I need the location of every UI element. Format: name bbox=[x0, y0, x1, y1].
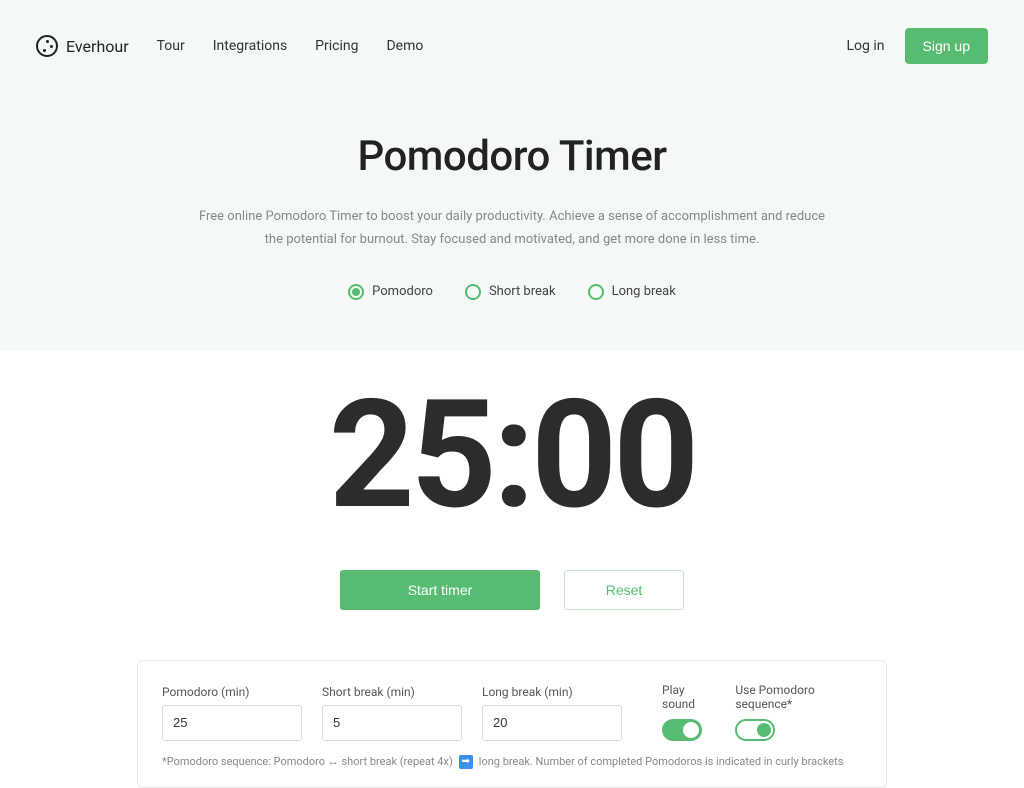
pomodoro-duration-label: Pomodoro (min) bbox=[162, 685, 302, 699]
pomodoro-duration-input[interactable] bbox=[162, 705, 302, 741]
settings-panel: Pomodoro (min) Short break (min) Long br… bbox=[137, 660, 887, 788]
radio-icon bbox=[348, 284, 364, 300]
play-sound-toggle[interactable] bbox=[662, 719, 702, 741]
use-sequence-toggle[interactable] bbox=[735, 719, 775, 741]
mode-pomodoro[interactable]: Pomodoro bbox=[348, 284, 433, 300]
nav-pricing[interactable]: Pricing bbox=[315, 38, 358, 54]
brand-logo[interactable]: Everhour bbox=[36, 35, 129, 57]
nav-integrations[interactable]: Integrations bbox=[213, 38, 287, 54]
reset-button[interactable]: Reset bbox=[564, 570, 684, 610]
signup-button[interactable]: Sign up bbox=[905, 28, 988, 64]
radio-icon bbox=[588, 284, 604, 300]
use-sequence-label: Use Pomodoro sequence* bbox=[735, 683, 862, 711]
mode-label: Pomodoro bbox=[372, 284, 433, 299]
arrow-right-icon: ➡ bbox=[459, 755, 473, 769]
login-link[interactable]: Log in bbox=[847, 38, 885, 54]
sequence-footnote: *Pomodoro sequence: Pomodoro ↔ short bre… bbox=[162, 755, 862, 769]
play-sound-label: Play sound bbox=[662, 683, 715, 711]
mode-label: Short break bbox=[489, 284, 556, 299]
nav-demo[interactable]: Demo bbox=[386, 38, 423, 54]
timer-display: 25:00 bbox=[0, 380, 1024, 530]
short-break-duration-input[interactable] bbox=[322, 705, 462, 741]
short-break-duration-label: Short break (min) bbox=[322, 685, 462, 699]
brand-name: Everhour bbox=[66, 37, 129, 56]
long-break-duration-input[interactable] bbox=[482, 705, 622, 741]
everhour-icon bbox=[36, 35, 58, 57]
mode-label: Long break bbox=[612, 284, 676, 299]
long-break-duration-label: Long break (min) bbox=[482, 685, 622, 699]
mode-selector: Pomodoro Short break Long break bbox=[0, 284, 1024, 300]
page-subtitle: Free online Pomodoro Timer to boost your… bbox=[192, 205, 832, 252]
mode-long-break[interactable]: Long break bbox=[588, 284, 676, 300]
radio-icon bbox=[465, 284, 481, 300]
nav-tour[interactable]: Tour bbox=[157, 38, 185, 54]
mode-short-break[interactable]: Short break bbox=[465, 284, 556, 300]
start-timer-button[interactable]: Start timer bbox=[340, 570, 540, 610]
page-title: Pomodoro Timer bbox=[0, 132, 1024, 181]
header: Everhour Tour Integrations Pricing Demo … bbox=[0, 0, 1024, 92]
